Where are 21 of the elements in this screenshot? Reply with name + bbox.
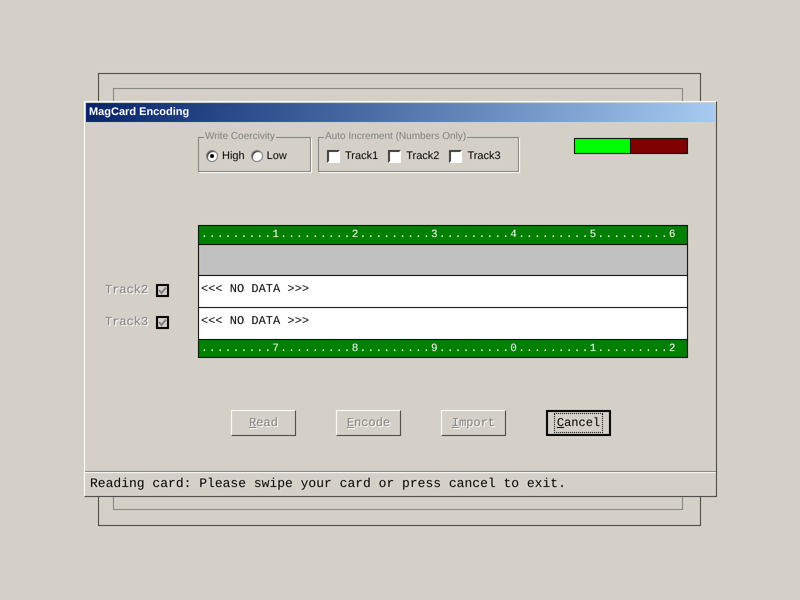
- checkbox[interactable]: [327, 150, 340, 163]
- group-label: Auto Increment (Numbers Only): [324, 130, 468, 144]
- checkbox-label: Track2: [406, 149, 440, 164]
- checkbox-label: Track3: [467, 149, 501, 164]
- ruler: .........1.........2.........3.........4.........5.........6: [201, 229, 677, 241]
- checkbox[interactable]: [449, 150, 462, 163]
- action-button[interactable]: Cancel: [546, 410, 611, 436]
- group-label: Write Coercivity: [204, 130, 276, 144]
- radio-label: Low: [266, 149, 287, 164]
- radio-button[interactable]: [206, 150, 218, 162]
- ruler: .........7.........8.........9.........0.........1.........2: [201, 342, 677, 354]
- track-text: <<< NO DATA >>>: [201, 282, 310, 296]
- window-title: MagCard Encoding: [89, 105, 190, 120]
- status-text: Reading card: Please swipe your card or press cancel to exit.: [90, 474, 566, 493]
- checkbox[interactable]: [388, 150, 402, 163]
- checkbox-label: Track3: [105, 314, 148, 331]
- radio-label: High: [222, 149, 245, 164]
- track-text: <<< NO DATA >>>: [201, 314, 310, 328]
- checkbox-label: Track2: [105, 282, 148, 299]
- radio-button[interactable]: [250, 150, 263, 162]
- checkbox-label: Track1: [345, 149, 378, 164]
